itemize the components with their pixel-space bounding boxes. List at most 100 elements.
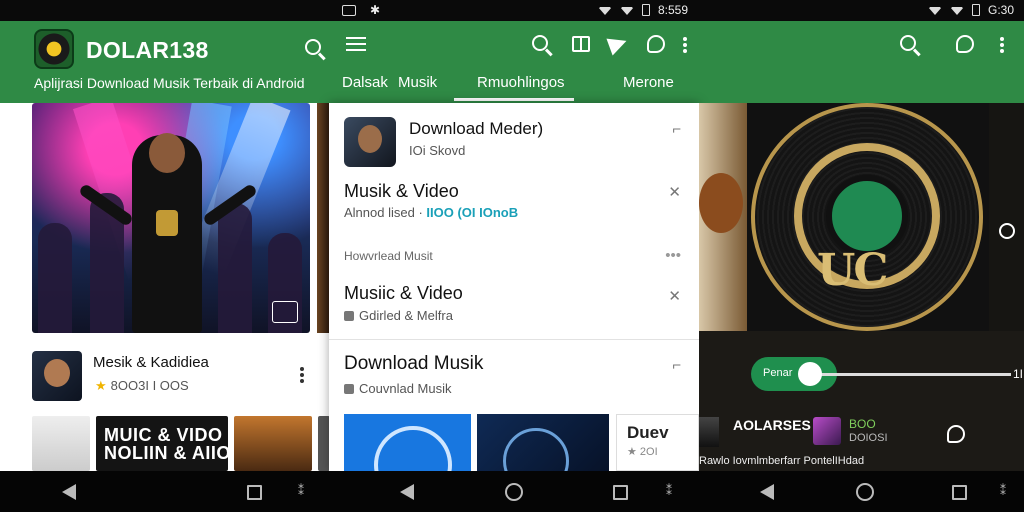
recents-icon[interactable]	[952, 485, 967, 500]
share-icon[interactable]	[606, 32, 630, 56]
status-right-center: 8:559	[598, 3, 688, 17]
notification-icon	[342, 4, 356, 16]
back-icon[interactable]	[760, 484, 774, 500]
crowd-figure	[38, 223, 72, 333]
signal-icon	[620, 7, 634, 15]
wifi-icon	[928, 7, 942, 15]
status-time-right: G:30	[988, 3, 1015, 17]
track-title: AOLARSES	[733, 417, 811, 433]
crowd-figure	[218, 203, 252, 333]
card-rating: ★ 8OO3I I OOS	[95, 378, 189, 394]
row-avatar	[344, 117, 396, 167]
left-panel: Mesik & Kadidiea ★ 8OO3I I OOS MUIC & VID…	[0, 103, 330, 471]
thumbnail-music-video[interactable]: MUIC & VIDO NOLIIN & AIIOS	[96, 416, 243, 471]
search-icon[interactable]	[532, 35, 548, 51]
battery-icon	[642, 4, 650, 16]
row-subtitle-text: Couvnlad Musik	[359, 381, 452, 396]
thumbnail-person[interactable]	[32, 416, 90, 471]
tab-rmuohlingos[interactable]: Rmuohlingos	[477, 74, 565, 91]
sheet-row-download-meder[interactable]: Download Meder) IOi Skovd ⌐	[329, 103, 699, 175]
music-card[interactable]: Mesik & Kadidiea ★ 8OO3I I OOS	[32, 351, 322, 405]
tab-merone[interactable]: Merone	[623, 74, 674, 91]
thumbnail-strip: MUIC & VIDO NOLIIN & AIIOS	[32, 416, 330, 471]
system-nav-bar: ⁑ ⁑ ⁑	[0, 471, 1024, 512]
accessibility-icon[interactable]: ⁑	[666, 484, 672, 498]
row-subtitle: IOi Skovd	[409, 143, 466, 158]
chat-icon[interactable]	[647, 35, 665, 53]
back-icon[interactable]	[400, 484, 414, 500]
back-icon[interactable]	[62, 484, 76, 500]
search-icon[interactable]	[305, 39, 321, 55]
playback-slider[interactable]: Penar 1I:88	[751, 357, 1024, 391]
thumbnail-singer[interactable]	[344, 414, 471, 504]
panel-edge	[989, 103, 1024, 331]
search-icon[interactable]	[900, 35, 916, 51]
thumb-card-sub: ★ 2OI	[627, 446, 658, 458]
home-icon[interactable]	[505, 483, 523, 501]
wifi-icon	[598, 7, 612, 15]
accessibility-icon[interactable]: ⁑	[1000, 484, 1006, 498]
sheet-row-musiic-video[interactable]: Musiic & Video Gdirled & Melfra ✕	[329, 281, 699, 337]
row-title: Download Musik	[344, 353, 484, 374]
close-icon[interactable]: ✕	[668, 183, 681, 201]
file-icon	[344, 384, 354, 394]
comment-icon[interactable]	[947, 425, 965, 443]
chat-icon[interactable]	[956, 35, 974, 53]
slider-label: Penar	[763, 367, 793, 379]
card-title: Mesik & Kadidiea	[93, 354, 209, 371]
thumbnail-artist[interactable]	[477, 414, 609, 494]
performer-figure	[132, 133, 202, 333]
thumbnail-card[interactable]: Duev ★ 2OI	[616, 414, 699, 471]
status-left-icons: ✱	[342, 3, 380, 17]
recents-icon[interactable]	[247, 485, 262, 500]
accessibility-icon[interactable]: ⁑	[298, 484, 304, 498]
row-subtitle-text: Gdirled & Melfra	[359, 308, 453, 323]
recents-icon[interactable]	[613, 485, 628, 500]
guitar-image	[699, 173, 743, 233]
book-icon[interactable]	[572, 36, 590, 52]
sheet-section-header: Howvrlead Musit •••	[329, 243, 699, 273]
sheet-row-download-musik[interactable]: Download Musik Couvnlad Musik ⌐	[329, 349, 699, 405]
tab-dalsak[interactable]: Dalsak	[342, 74, 388, 91]
menu-icon[interactable]	[346, 37, 366, 51]
thumb-card-title: Duev	[627, 423, 669, 442]
track-caption: Rawlo Iovmlmberfarr PontelIHdad	[699, 455, 865, 467]
row-title: Download Meder)	[409, 119, 544, 138]
card-thumbnail	[32, 351, 82, 401]
more-icon[interactable]	[683, 43, 687, 47]
close-icon[interactable]: ✕	[668, 287, 681, 305]
rating-text: 8OO3I I OOS	[110, 378, 189, 393]
star-icon: ★	[95, 378, 107, 393]
app-subtitle: Aplijrasi Download Musik Terbaik di Andr…	[34, 75, 305, 91]
row-subtitle-prefix: Alnnod lised ·	[344, 205, 423, 220]
row-subtitle: Gdirled & Melfra	[344, 308, 453, 323]
more-icon[interactable]	[1000, 43, 1004, 47]
slider-time: 1I:88	[1013, 367, 1024, 381]
row-title: Musiic & Video	[344, 283, 463, 303]
sheet-thumbnail-strip: Duev ★ 2OI	[344, 414, 699, 504]
battery-icon	[972, 4, 980, 16]
slider-track[interactable]	[821, 373, 1011, 376]
slider-knob[interactable]	[798, 362, 822, 386]
more-icon[interactable]: •••	[665, 247, 681, 264]
section-title: Howvrlead Musit	[344, 249, 433, 263]
home-icon[interactable]	[856, 483, 874, 501]
hd-badge-icon	[272, 301, 298, 323]
album-thumbnail	[813, 417, 841, 445]
settings-icon	[344, 311, 354, 321]
track-sub: DOIOSI	[849, 432, 888, 444]
hero-concert-image[interactable]	[32, 103, 310, 333]
thumbnail-band[interactable]	[234, 416, 312, 471]
status-time: 8:559	[658, 3, 689, 17]
app-title: DOLAR138	[86, 37, 209, 63]
collapse-icon[interactable]: ⌐	[672, 357, 681, 374]
info-icon[interactable]	[999, 223, 1015, 239]
row-subtitle: Couvnlad Musik	[344, 381, 452, 396]
more-icon[interactable]	[300, 373, 304, 377]
status-right-edge: G:30	[928, 3, 1014, 17]
collapse-icon[interactable]: ⌐	[672, 121, 681, 138]
sheet-row-musik-video[interactable]: Musik & Video Alnnod lised · IIOO (OI IO…	[329, 175, 699, 237]
row-title: Musik & Video	[344, 181, 459, 201]
tab-musik[interactable]: Musik	[398, 74, 437, 91]
now-playing-bar[interactable]: AOLARSES BOO DOIOSI Rawlo Iovmlmberfarr …	[699, 415, 1024, 471]
